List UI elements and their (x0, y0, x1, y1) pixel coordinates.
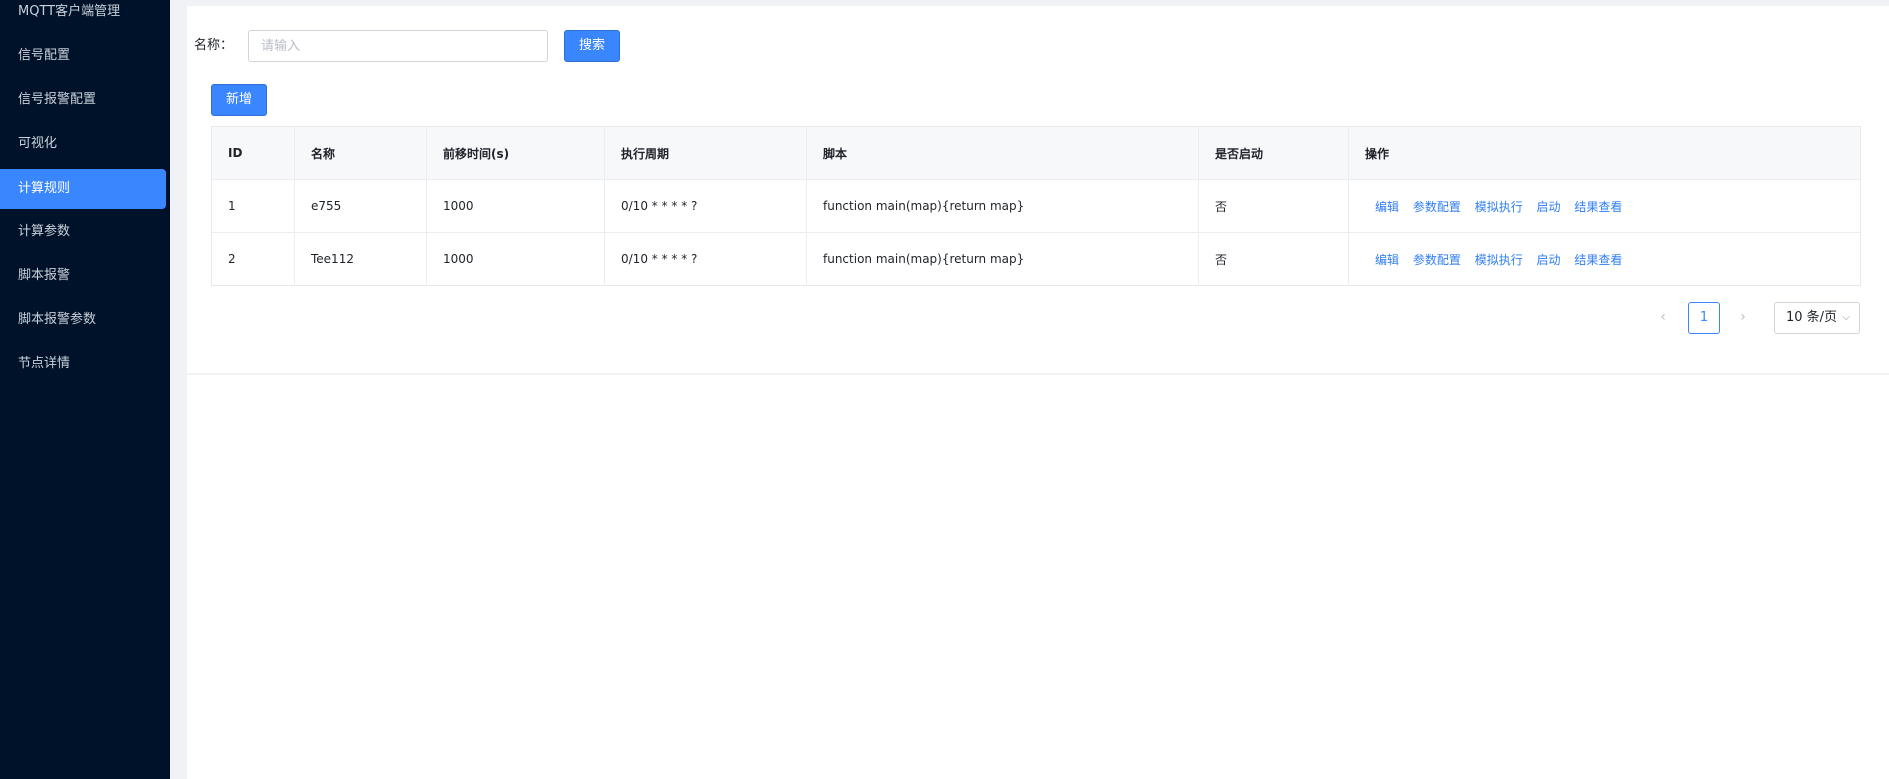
edit-link[interactable]: 编辑 (1375, 198, 1399, 215)
sidebar-item-script-alarm-params[interactable]: 脚本报警参数 (0, 300, 166, 340)
start-link[interactable]: 启动 (1537, 198, 1561, 215)
sidebar-item-signal-alarm-config[interactable]: 信号报警配置 (0, 80, 166, 120)
sidebar-item-signal-config[interactable]: 信号配置 (0, 36, 166, 76)
cell-cron: 0/10 * * * * ? (604, 179, 807, 233)
chevron-right-icon[interactable]: › (1729, 302, 1757, 332)
table-row: 2 Tee112 1000 0/10 * * * * ? function ma… (211, 232, 1861, 286)
content-card-lower (187, 375, 1889, 779)
chevron-down-icon: ⌵ (1842, 312, 1850, 323)
sidebar-item-visualization[interactable]: 可视化 (0, 124, 166, 164)
view-results-link[interactable]: 结果查看 (1574, 198, 1622, 215)
column-header-id: ID (211, 126, 295, 180)
column-header-name: 名称 (294, 126, 427, 180)
search-input[interactable] (248, 30, 548, 62)
cell-actions: 编辑 参数配置 模拟执行 启动 结果查看 (1348, 232, 1861, 286)
sidebar-item-mqtt-client[interactable]: MQTT客户端管理 (0, 0, 166, 32)
page-size-select[interactable]: 10 条/页 ⌵ (1774, 302, 1860, 334)
cell-enabled: 否 (1198, 232, 1349, 286)
table-header-row: ID 名称 前移时间(s) 执行周期 脚本 是否启动 操作 (211, 126, 1861, 180)
cell-script: function main(map){return map} (806, 179, 1199, 233)
rules-table: ID 名称 前移时间(s) 执行周期 脚本 是否启动 操作 1 e755 100… (211, 126, 1861, 286)
sidebar-item-calc-params[interactable]: 计算参数 (0, 212, 166, 252)
column-header-enabled: 是否启动 (1198, 126, 1349, 180)
cell-enabled: 否 (1198, 179, 1349, 233)
param-config-link[interactable]: 参数配置 (1413, 198, 1461, 215)
table-row: 1 e755 1000 0/10 * * * * ? function main… (211, 179, 1861, 233)
add-button[interactable]: 新增 (211, 84, 267, 116)
cell-cron: 0/10 * * * * ? (604, 232, 807, 286)
sidebar-item-calc-rules[interactable]: 计算规则 (0, 169, 166, 209)
edit-link[interactable]: 编辑 (1375, 251, 1399, 268)
simulate-run-link[interactable]: 模拟执行 (1475, 251, 1523, 268)
cell-offset: 1000 (426, 179, 605, 233)
column-header-script: 脚本 (806, 126, 1199, 180)
cell-id: 1 (211, 179, 295, 233)
param-config-link[interactable]: 参数配置 (1413, 251, 1461, 268)
pagination-page-1[interactable]: 1 (1688, 302, 1720, 334)
column-header-cron: 执行周期 (604, 126, 807, 180)
sidebar-item-node-details[interactable]: 节点详情 (0, 344, 166, 384)
name-label: 名称： (194, 38, 234, 53)
sidebar: MQTT客户端管理 信号配置 信号报警配置 可视化 计算规则 计算参数 脚本报警… (0, 0, 170, 779)
cell-name: e755 (294, 179, 427, 233)
page-size-value: 10 条/页 (1786, 310, 1838, 325)
chevron-left-icon[interactable]: ‹ (1649, 302, 1677, 332)
main-area (170, 0, 1889, 779)
simulate-run-link[interactable]: 模拟执行 (1475, 198, 1523, 215)
view-results-link[interactable]: 结果查看 (1574, 251, 1622, 268)
cell-offset: 1000 (426, 232, 605, 286)
cell-name: Tee112 (294, 232, 427, 286)
cell-actions: 编辑 参数配置 模拟执行 启动 结果查看 (1348, 179, 1861, 233)
sidebar-item-script-alarm[interactable]: 脚本报警 (0, 256, 166, 296)
cell-script: function main(map){return map} (806, 232, 1199, 286)
column-header-offset: 前移时间(s) (426, 126, 605, 180)
column-header-actions: 操作 (1348, 126, 1861, 180)
cell-id: 2 (211, 232, 295, 286)
start-link[interactable]: 启动 (1537, 251, 1561, 268)
search-button[interactable]: 搜索 (564, 30, 620, 62)
